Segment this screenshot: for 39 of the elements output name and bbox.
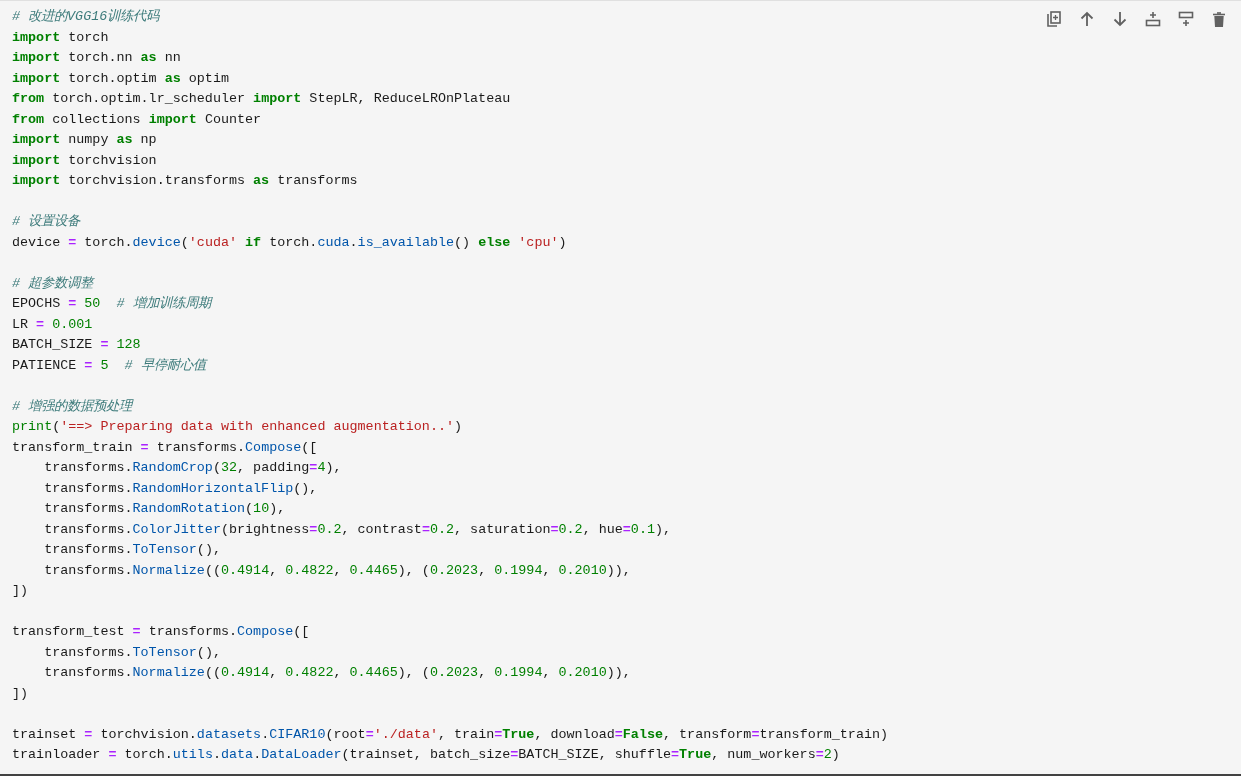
insert-below-icon	[1178, 11, 1194, 27]
code-line: # 增强的数据预处理	[12, 397, 133, 416]
code-line: # 设置设备	[12, 213, 81, 231]
code-line: import torch.nn as nn	[12, 49, 181, 67]
code-line: transforms.RandomRotation(10),	[43, 500, 286, 518]
arrow-down-icon	[1113, 11, 1127, 27]
code-line: device = torch.device('cuda' if torch.cuda.is_available() else 'cpu')	[12, 233, 567, 252]
code-line: trainloader = torch.utils.data.DataLoader(trainset, batch_size=BATCH_SIZE, shuffle=True, num_workers=2)	[12, 746, 840, 764]
code-line: LR = 0.001	[12, 315, 93, 334]
code-line: import torch	[12, 28, 109, 47]
code-line: transforms.Normalize((0.4914, 0.4822, 0.4465), (0.2023, 0.1994, 0.2010)),	[43, 561, 631, 580]
code-line: transform_test = transforms.Compose([	[12, 623, 310, 641]
insert-above-icon	[1145, 11, 1161, 27]
code-line: print('==> Preparing data with enhanced augmentation..')	[12, 418, 463, 436]
code-line: from torch.optim.lr_scheduler import StepLR, ReduceLROnPlateau	[12, 90, 511, 108]
code-line: ])	[12, 582, 29, 600]
trash-icon	[1213, 11, 1225, 27]
code-line: # 改进的VGG16训练代码	[12, 8, 160, 26]
code-line: EPOCHS = 50 # 增加训练周期	[12, 295, 211, 313]
code-line: transforms.Normalize((0.4914, 0.4822, 0.4465), (0.2023, 0.1994, 0.2010)),	[43, 664, 631, 682]
code-cell[interactable]	[0, 0, 1241, 776]
code-line: transform_train = transforms.Compose([	[12, 438, 318, 457]
code-line: import numpy as np	[12, 131, 157, 149]
code-line: import torchvision.transforms as transforms	[12, 172, 358, 190]
code-line: from collections import Counter	[12, 110, 262, 129]
code-line: ])	[12, 684, 29, 703]
code-line: PATIENCE = 5 # 早停耐心值	[12, 356, 206, 375]
code-line: import torchvision	[12, 151, 157, 170]
code-line: import torch.optim as optim	[12, 69, 229, 88]
code-line: transforms.RandomCrop(32, padding=4),	[43, 459, 342, 477]
code-line: trainset = torchvision.datasets.CIFAR10(root='./data', train=True, download=False, transform=transform_train)	[12, 725, 889, 744]
code-line: # 超参数调整	[12, 274, 94, 293]
code-line: transforms.ColorJitter(brightness=0.2, contrast=0.2, saturation=0.2, hue=0.1),	[43, 520, 672, 539]
code-line: transforms.RandomHorizontalFlip(),	[43, 479, 318, 498]
code-line: BATCH_SIZE = 128	[12, 336, 141, 354]
arrow-up-icon	[1080, 11, 1094, 27]
code-line: transforms.ToTensor(),	[43, 541, 221, 559]
code-line: transforms.ToTensor(),	[43, 643, 221, 662]
duplicate-icon	[1047, 11, 1061, 27]
